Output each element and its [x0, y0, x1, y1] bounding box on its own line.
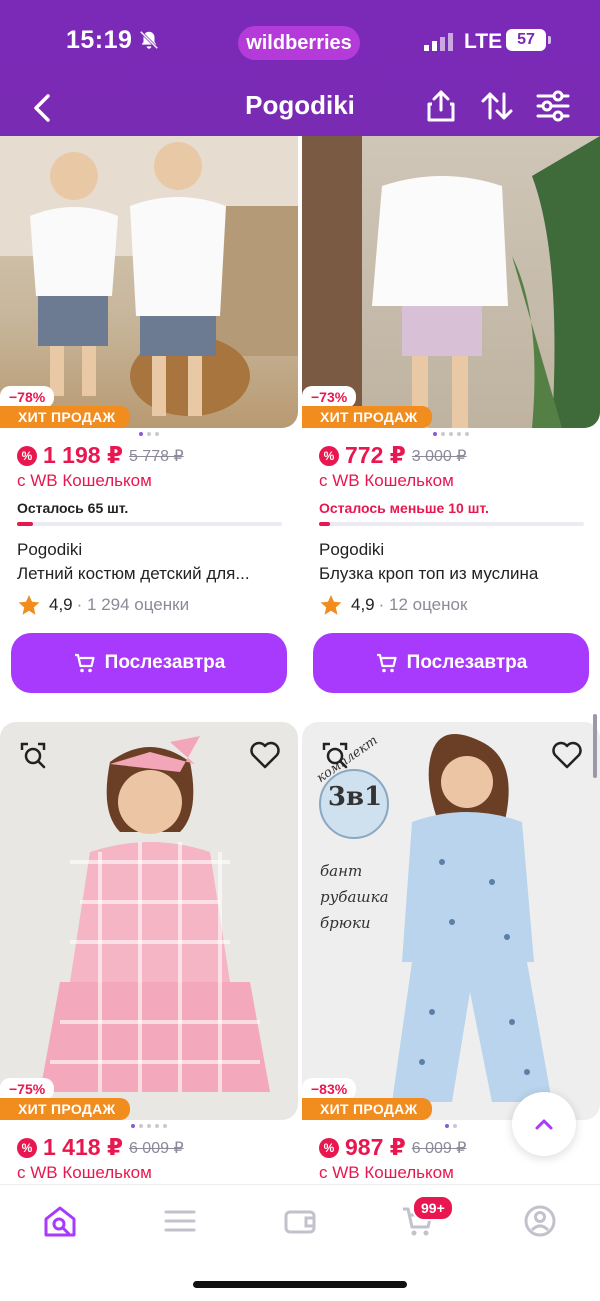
stock-label: Осталось 65 шт.	[17, 500, 129, 516]
product-photo-art	[40, 736, 270, 1092]
rating-value: 4,9	[49, 595, 73, 614]
similar-search-icon[interactable]	[16, 738, 50, 772]
cart-icon	[376, 653, 397, 673]
cart-icon	[74, 653, 95, 673]
wallet-icon[interactable]	[282, 1203, 318, 1239]
hit-badge: ХИТ ПРОДАЖ	[302, 1098, 432, 1120]
stock-label: Осталось меньше 10 шт.	[319, 500, 489, 516]
carousel-dots	[139, 432, 159, 436]
product-photo[interactable]: 3в1 комплект бант рубашка брюки	[302, 722, 600, 1120]
price-row: % 1 198 ₽ 5 778 ₽	[17, 442, 184, 469]
product-name[interactable]: Блузка кроп топ из муслина	[319, 564, 584, 584]
old-price: 6 009 ₽	[128, 1139, 184, 1157]
status-time: 15:19	[66, 26, 133, 54]
battery-tip	[548, 36, 551, 44]
rating: 4,9 · 1 294 оценки	[17, 593, 189, 617]
old-price: 3 000 ₽	[411, 447, 467, 465]
discount-badge: −78%	[0, 386, 55, 408]
discount-badge: −73%	[302, 386, 357, 408]
brand-name: Pogodiki	[17, 540, 83, 559]
product-photo[interactable]	[0, 722, 298, 1120]
stock-fill	[319, 522, 330, 526]
product-name[interactable]: Летний костюм детский для...	[17, 564, 282, 584]
old-price: 5 778 ₽	[128, 447, 184, 465]
wildberries-logo: wildberries	[238, 26, 360, 60]
product-photo[interactable]	[302, 136, 600, 428]
scroll-to-top-button[interactable]	[512, 1092, 576, 1156]
reviews-count: · 12 оценок	[378, 595, 468, 614]
wallet-note: с WB Кошельком	[319, 1163, 454, 1182]
discount-badge: −75%	[0, 1078, 55, 1100]
status-bar: 15:19 wildberries LTE 57	[0, 0, 600, 84]
discount-icon: %	[319, 1137, 339, 1158]
delivery-button[interactable]: Послезавтра	[313, 633, 589, 693]
share-icon[interactable]	[423, 88, 459, 124]
filter-icon[interactable]	[535, 88, 571, 124]
favorite-heart-icon[interactable]	[550, 738, 584, 772]
photo-badge-text: 3в1	[327, 782, 383, 812]
wallet-note: с WB Кошельком	[17, 1163, 152, 1182]
stock-bar	[17, 522, 282, 526]
home-indicator	[193, 1281, 407, 1288]
network-type: LTE	[464, 30, 503, 53]
signal-icon	[424, 33, 453, 51]
top-bar: 15:19 wildberries LTE 57 Pogodiki	[0, 0, 600, 136]
discount-badge: −83%	[302, 1078, 357, 1100]
price: 987 ₽	[345, 1134, 406, 1160]
carousel-dots	[445, 1124, 457, 1128]
product-card[interactable]: −75% ХИТ ПРОДАЖ % 1 418 ₽ 6 009 ₽ с WB К…	[0, 722, 298, 1184]
carousel-dots	[131, 1124, 167, 1128]
chevron-up-icon	[535, 1119, 553, 1130]
hit-badge: ХИТ ПРОДАЖ	[302, 406, 432, 428]
price: 1 198 ₽	[43, 442, 123, 468]
discount-icon: %	[17, 1137, 37, 1158]
product-photo-art	[0, 136, 298, 416]
stock-fill	[17, 522, 33, 526]
profile-icon[interactable]	[522, 1203, 558, 1239]
rating: 4,9 · 12 оценок	[319, 593, 467, 617]
discount-icon: %	[17, 445, 37, 466]
bell-off-icon	[139, 30, 159, 50]
stock-bar	[319, 522, 584, 526]
home-search-icon[interactable]	[42, 1203, 78, 1239]
catalog-menu-icon[interactable]	[162, 1203, 198, 1239]
favorite-heart-icon[interactable]	[248, 738, 282, 772]
photo-item-text: рубашка	[320, 888, 389, 906]
product-photo-art	[302, 136, 600, 428]
price-row: % 772 ₽ 3 000 ₽	[319, 442, 466, 469]
star-icon	[320, 595, 342, 615]
price-row: % 1 418 ₽ 6 009 ₽	[17, 1134, 184, 1161]
product-grid: −78% ХИТ ПРОДАЖ % 1 198 ₽ 5 778 ₽ с WB К…	[0, 136, 600, 1184]
rating-value: 4,9	[351, 595, 375, 614]
price: 772 ₽	[345, 442, 406, 468]
photo-item-text: бант	[320, 862, 363, 880]
carousel-dots	[433, 432, 469, 436]
delivery-button[interactable]: Послезавтра	[11, 633, 287, 693]
wallet-note: с WB Кошельком	[319, 471, 454, 490]
price: 1 418 ₽	[43, 1134, 123, 1160]
hit-badge: ХИТ ПРОДАЖ	[0, 1098, 130, 1120]
star-icon	[18, 595, 40, 615]
scrollbar[interactable]	[593, 714, 597, 778]
hit-badge: ХИТ ПРОДАЖ	[0, 406, 130, 428]
nav-bar: Pogodiki	[0, 84, 600, 136]
wallet-note: с WB Кошельком	[17, 471, 152, 490]
reviews-count: · 1 294 оценки	[76, 595, 190, 614]
sort-icon[interactable]	[479, 88, 515, 124]
price-row: % 987 ₽ 6 009 ₽	[319, 1134, 466, 1161]
delivery-button-label: Послезавтра	[104, 652, 226, 673]
product-photo[interactable]	[0, 136, 298, 428]
cart-count-badge: 99+	[412, 1195, 454, 1221]
product-card[interactable]: −78% ХИТ ПРОДАЖ % 1 198 ₽ 5 778 ₽ с WB К…	[0, 136, 298, 706]
discount-icon: %	[319, 445, 339, 466]
old-price: 6 009 ₽	[411, 1139, 467, 1157]
product-card[interactable]: −73% ХИТ ПРОДАЖ % 772 ₽ 3 000 ₽ с WB Кош…	[302, 136, 600, 706]
similar-search-icon[interactable]	[318, 738, 352, 772]
battery-icon: 57	[506, 29, 546, 51]
photo-item-text: брюки	[320, 914, 371, 932]
delivery-button-label: Послезавтра	[406, 652, 528, 673]
brand-name: Pogodiki	[319, 540, 385, 559]
